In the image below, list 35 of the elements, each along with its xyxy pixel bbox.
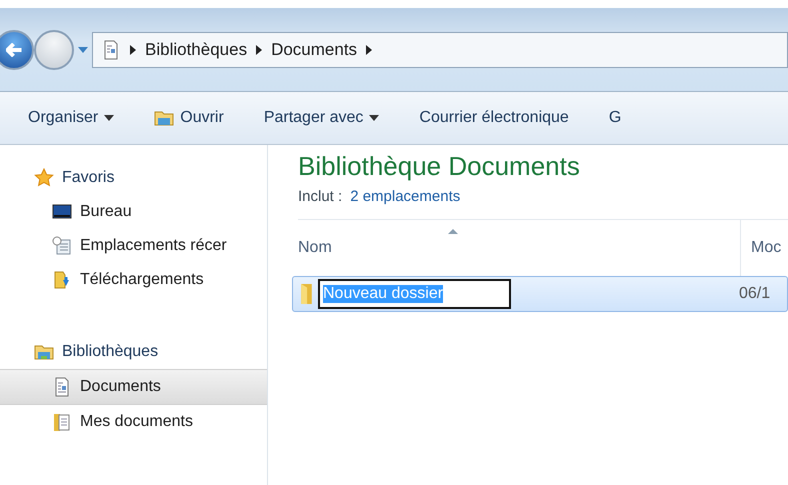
sidebar-item[interactable]: Téléchargements <box>0 263 267 297</box>
file-row[interactable]: Nouveau dossier 06/1 <box>292 276 788 312</box>
toolbar-button[interactable]: Courrier électronique <box>409 105 579 131</box>
download-folder-icon <box>52 270 72 290</box>
sidebar-item[interactable]: Documents <box>0 369 267 405</box>
back-button[interactable] <box>0 30 34 70</box>
sidebar-item[interactable]: Bureau <box>0 195 267 229</box>
caret-icon <box>104 115 114 121</box>
sidebar-item[interactable]: Emplacements récer <box>0 229 267 263</box>
document-folder-icon <box>52 412 72 432</box>
address-bar[interactable]: Bibliothèques Documents <box>92 32 788 68</box>
chevron-icon[interactable] <box>130 44 136 54</box>
chevron-icon[interactable] <box>366 44 372 54</box>
toolbar-button[interactable]: Organiser <box>18 105 124 131</box>
date-cell: 06/1 <box>739 285 770 303</box>
back-arrow-icon <box>6 42 22 56</box>
breadcrumb[interactable]: Bibliothèques <box>145 40 248 60</box>
column-header[interactable]: Nom <box>298 239 740 257</box>
library-title: Bibliothèque Documents <box>298 151 581 182</box>
star-icon <box>34 168 54 188</box>
sidebar-item[interactable]: Bibliothèques <box>0 335 267 369</box>
toolbar-button[interactable]: G <box>598 105 632 131</box>
locations-link[interactable]: 2 emplacements <box>350 188 460 205</box>
sidebar-item[interactable]: Mes documents <box>0 405 267 439</box>
caret-icon <box>369 115 380 121</box>
breadcrumb[interactable]: Documents <box>271 40 358 60</box>
chevron-icon[interactable] <box>256 44 262 54</box>
sort-arrow-icon <box>448 229 458 234</box>
includes-label: Inclut : <box>298 188 342 205</box>
folder-icon <box>301 284 312 304</box>
sidebar-item[interactable]: Favoris <box>0 161 267 195</box>
recent-places-icon <box>52 236 72 256</box>
dropdown-caret-icon[interactable] <box>78 46 88 52</box>
toolbar-button[interactable]: Partager avec <box>254 105 390 131</box>
toolbar-button[interactable]: Ouvrir <box>144 104 234 132</box>
